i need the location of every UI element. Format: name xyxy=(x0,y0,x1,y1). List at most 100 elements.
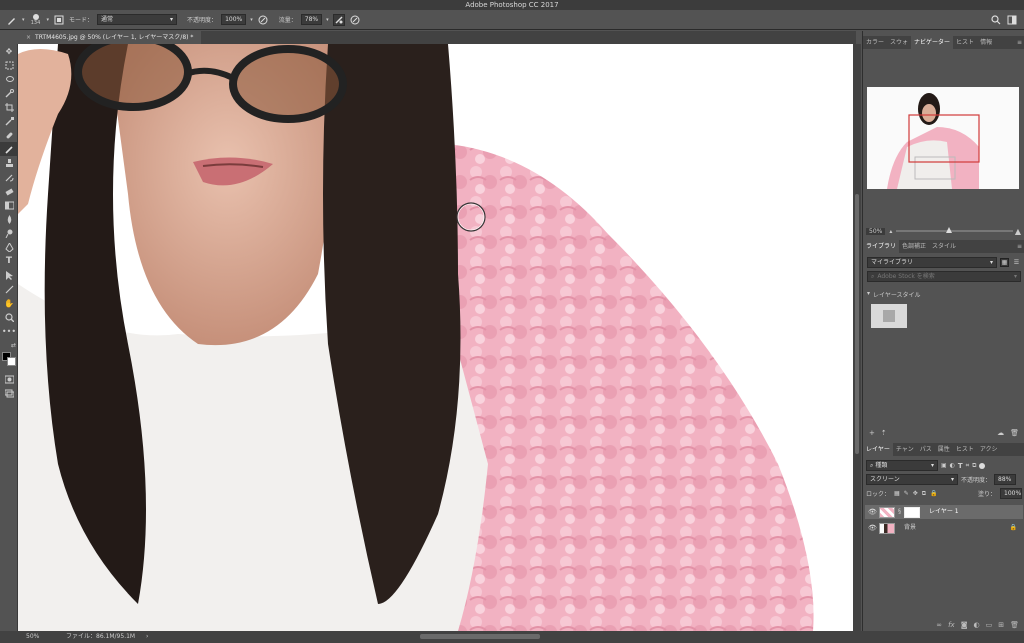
tab-info[interactable]: 情報 xyxy=(977,36,995,49)
marquee-tool-icon[interactable] xyxy=(0,58,18,72)
filter-shape-icon[interactable]: ⌗ xyxy=(966,462,969,470)
tab-adjustments[interactable]: 色調補正 xyxy=(899,240,929,253)
brush-tool-icon[interactable] xyxy=(0,142,18,156)
opacity-field[interactable]: 100% xyxy=(221,14,247,25)
mask-link-icon[interactable]: § xyxy=(898,505,901,519)
mode-select[interactable]: 通常 ▾ xyxy=(97,14,178,25)
lock-transparency-icon[interactable]: ▦ xyxy=(894,490,900,497)
path-select-tool-icon[interactable] xyxy=(0,268,18,282)
layer-name[interactable]: 背景 xyxy=(904,521,916,535)
filter-pixel-icon[interactable]: ▣ xyxy=(941,462,947,469)
layer-row-background[interactable]: 👁 背景 🔒 xyxy=(865,521,1023,535)
quick-select-tool-icon[interactable] xyxy=(0,86,18,100)
tab-histogram[interactable]: ヒスト xyxy=(953,36,977,49)
panel-menu-icon[interactable]: ≡ xyxy=(1014,240,1024,253)
pen-tool-icon[interactable] xyxy=(0,240,18,254)
library-style-thumbnail[interactable] xyxy=(871,304,907,328)
flow-caret[interactable]: ▾ xyxy=(326,17,329,23)
tab-color[interactable]: カラー xyxy=(863,36,887,49)
crop-tool-icon[interactable] xyxy=(0,100,18,114)
navigator-thumbnail[interactable] xyxy=(867,87,1019,189)
upload-icon[interactable]: ⇡ xyxy=(881,427,887,439)
move-tool-icon[interactable]: ✥ xyxy=(0,44,18,58)
blend-mode-select[interactable]: スクリーン ▾ xyxy=(866,474,958,485)
document-tab[interactable]: × TRTM4605.jpg @ 50% (レイヤー 1, レイヤーマスク/8) … xyxy=(18,31,202,44)
dodge-tool-icon[interactable] xyxy=(0,226,18,240)
flow-field[interactable]: 78% xyxy=(300,14,323,25)
lasso-tool-icon[interactable] xyxy=(0,72,18,86)
swap-colors-icon[interactable]: ⇄ xyxy=(0,338,18,352)
eye-icon[interactable]: 👁 xyxy=(868,505,877,519)
tab-libraries[interactable]: ライブラリ xyxy=(863,240,900,253)
zoom-tool-icon[interactable] xyxy=(0,310,18,324)
grid-view-icon[interactable]: ▦ xyxy=(1000,258,1009,267)
trash-icon[interactable]: 🗑 xyxy=(1010,427,1019,439)
tab-history[interactable]: ヒスト xyxy=(953,443,977,456)
canvas-vertical-scrollbar[interactable] xyxy=(853,44,861,631)
lock-pixels-icon[interactable]: ✎ xyxy=(904,490,909,497)
layer-opacity-field[interactable]: 88% xyxy=(994,474,1017,485)
scrollbar-thumb[interactable] xyxy=(855,194,859,454)
hand-tool-icon[interactable]: ✋ xyxy=(0,296,18,310)
tab-channels[interactable]: チャン xyxy=(893,443,917,456)
layer-thumbnail[interactable] xyxy=(879,522,895,534)
line-tool-icon[interactable] xyxy=(0,282,18,296)
filter-adjustment-icon[interactable]: ◐ xyxy=(950,462,955,469)
brush-tool-icon[interactable] xyxy=(6,14,18,26)
status-zoom[interactable]: 50% xyxy=(26,631,39,643)
screen-mode-icon[interactable] xyxy=(0,386,18,400)
brush-picker-caret[interactable]: ▾ xyxy=(47,17,50,23)
add-content-icon[interactable]: + xyxy=(869,427,875,439)
more-tools-icon[interactable]: ••• xyxy=(0,324,18,338)
airbrush-icon[interactable] xyxy=(332,13,345,26)
new-group-icon[interactable]: ▭ xyxy=(986,619,993,631)
workspace-icon[interactable] xyxy=(1006,14,1018,26)
adjustment-layer-icon[interactable]: ◐ xyxy=(974,619,980,631)
pressure-size-icon[interactable] xyxy=(349,14,361,26)
list-view-icon[interactable]: ☰ xyxy=(1012,258,1021,267)
tab-layers[interactable]: レイヤー xyxy=(863,443,893,456)
layer-thumbnail[interactable] xyxy=(879,506,895,518)
status-menu-caret[interactable]: › xyxy=(146,631,148,643)
document-canvas[interactable] xyxy=(18,44,853,631)
tab-styles[interactable]: スタイル xyxy=(929,240,959,253)
tab-swatches[interactable]: スウォ xyxy=(887,36,911,49)
trash-icon[interactable]: 🗑 xyxy=(1010,619,1019,631)
clone-stamp-tool-icon[interactable] xyxy=(0,156,18,170)
history-brush-tool-icon[interactable] xyxy=(0,170,18,184)
type-tool-icon[interactable]: T xyxy=(0,254,18,268)
fill-field[interactable]: 100% xyxy=(1000,488,1022,499)
zoom-slider-knob[interactable] xyxy=(946,227,953,233)
brush-size-preview[interactable]: 134 xyxy=(29,13,43,26)
new-layer-icon[interactable]: ⊞ xyxy=(998,619,1004,631)
pressure-opacity-icon[interactable] xyxy=(257,14,269,26)
filter-smart-object-icon[interactable]: ⧉ xyxy=(972,462,976,470)
zoom-slider[interactable] xyxy=(896,227,1013,233)
tab-paths[interactable]: パス xyxy=(917,443,935,456)
filter-type-icon[interactable]: T xyxy=(958,462,963,470)
tool-preset-caret[interactable]: ▾ xyxy=(22,17,25,23)
link-layers-icon[interactable]: ∞ xyxy=(936,619,942,631)
layer-styles-section[interactable]: ▾ レイヤースタイル xyxy=(867,290,1021,299)
layer-kind-filter[interactable]: ⌕ 種類 ▾ xyxy=(866,460,938,471)
eraser-tool-icon[interactable] xyxy=(0,184,18,198)
add-mask-icon[interactable]: ◙ xyxy=(961,619,968,631)
lock-all-icon[interactable]: 🔒 xyxy=(930,490,937,497)
library-select[interactable]: マイライブラリ ▾ xyxy=(867,257,997,268)
horizontal-scrollbar[interactable] xyxy=(420,634,540,639)
lock-position-icon[interactable]: ✥ xyxy=(913,490,918,497)
gradient-tool-icon[interactable] xyxy=(0,198,18,212)
healing-brush-tool-icon[interactable] xyxy=(0,128,18,142)
opacity-caret[interactable]: ▾ xyxy=(250,17,253,23)
quick-mask-icon[interactable] xyxy=(0,372,18,386)
brush-panel-icon[interactable] xyxy=(53,14,65,26)
layer-mask-thumbnail[interactable] xyxy=(904,506,920,518)
stock-search-input[interactable]: ⌕ Adobe Stock を検索 ▾ xyxy=(867,271,1021,282)
layer-name[interactable]: レイヤー 1 xyxy=(929,505,959,519)
tab-navigator[interactable]: ナビゲーター xyxy=(911,36,954,49)
tab-properties[interactable]: 属性 xyxy=(935,443,953,456)
cloud-icon[interactable]: ☁ xyxy=(997,427,1004,439)
background-color-swatch[interactable] xyxy=(7,357,16,366)
filter-toggle-icon[interactable] xyxy=(979,462,986,469)
zoom-out-icon[interactable]: ▴ xyxy=(889,228,892,235)
